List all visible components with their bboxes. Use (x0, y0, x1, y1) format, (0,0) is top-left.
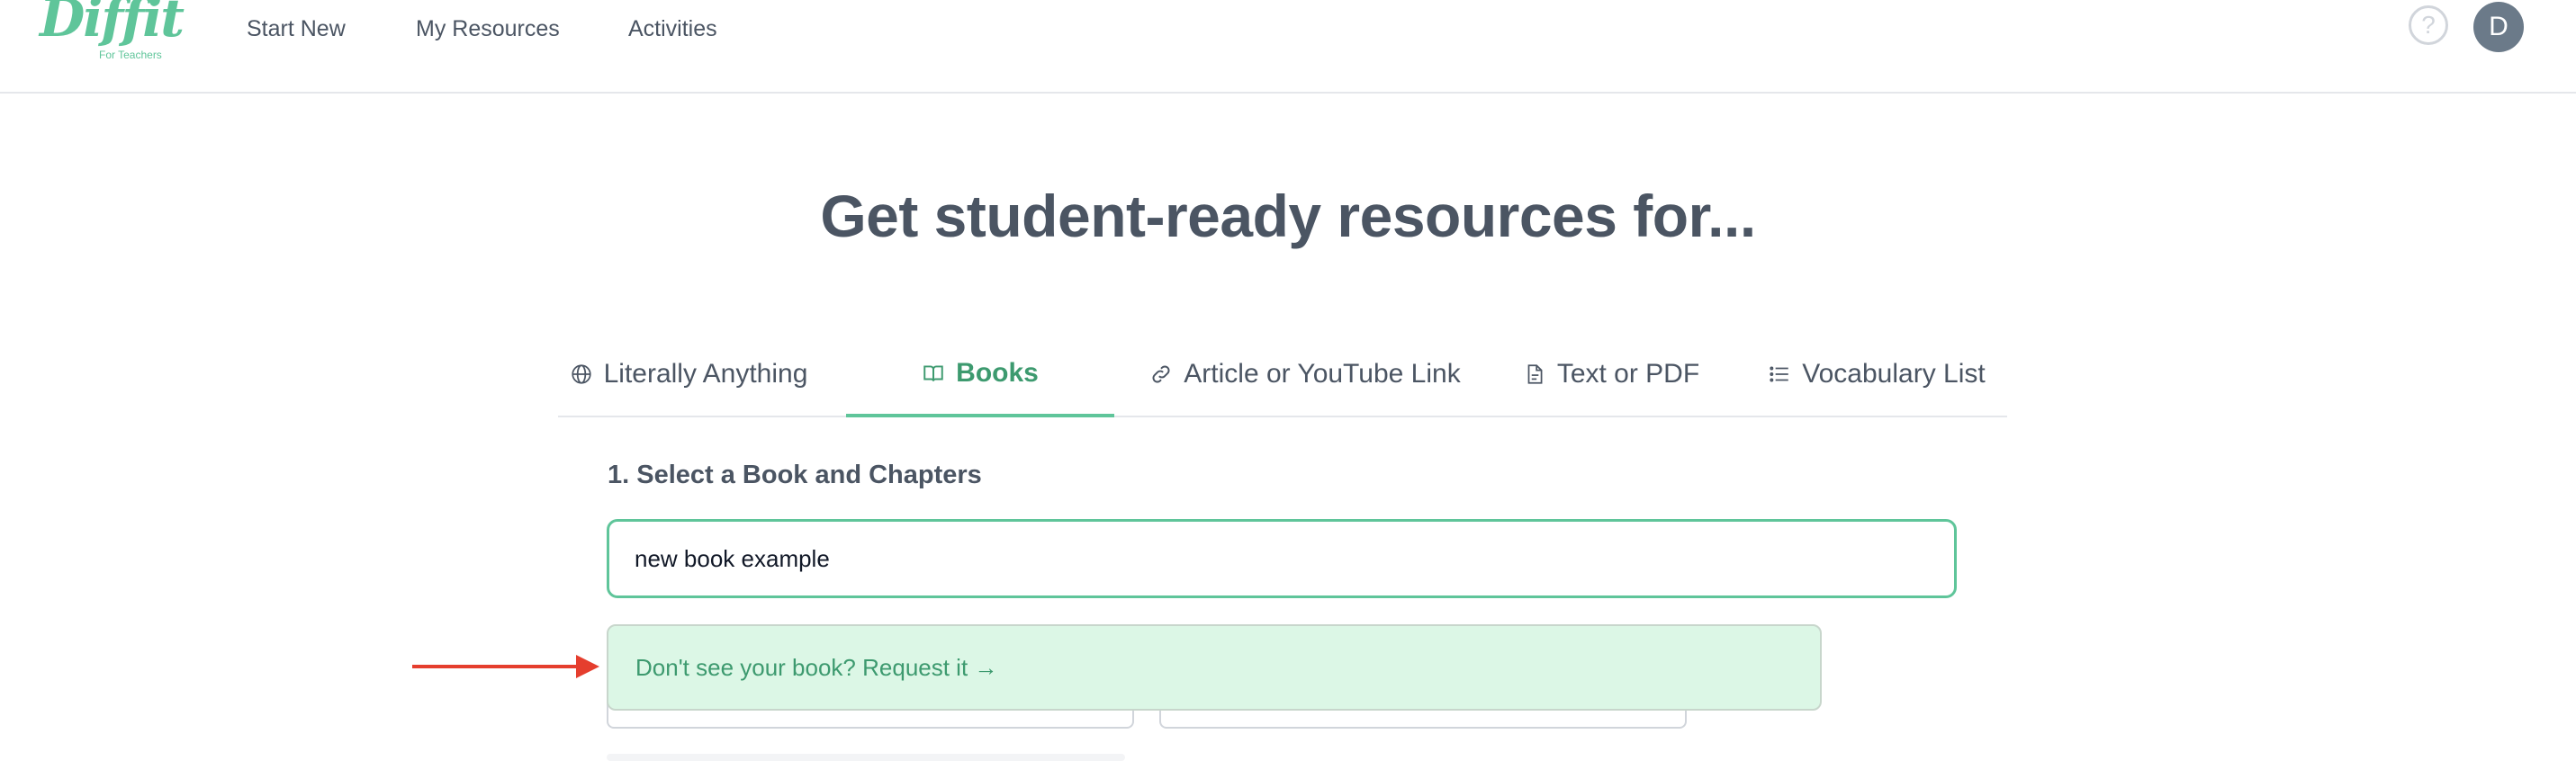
logo-text: Diffit (40, 0, 185, 49)
tab-literally-anything[interactable]: Literally Anything (558, 333, 819, 416)
avatar[interactable]: D (2473, 2, 2524, 52)
link-icon (1152, 365, 1170, 383)
diffit-logo[interactable]: Diffit For Teachers (40, 0, 185, 65)
page-title: Get student-ready resources for... (820, 183, 1756, 249)
tab-vocabulary-list[interactable]: Vocabulary List (1746, 333, 2007, 416)
tab-books[interactable]: Books (846, 333, 1114, 417)
book-search-input[interactable] (607, 519, 1957, 598)
nav-start-new[interactable]: Start New (247, 13, 346, 45)
nav-my-resources[interactable]: My Resources (416, 13, 560, 45)
tab-label: Books (956, 358, 1039, 388)
logo-subtext: For Teachers (99, 49, 162, 61)
globe-icon (571, 364, 591, 384)
tab-article-or-youtube-link[interactable]: Article or YouTube Link (1134, 333, 1476, 416)
book-result-card[interactable] (607, 754, 1125, 761)
source-type-tabs: Literally Anything Books Article or YouT… (558, 333, 2007, 417)
tab-label: Text or PDF (1556, 359, 1700, 389)
nav-activities[interactable]: Activities (628, 13, 717, 45)
tab-label: Article or YouTube Link (1184, 359, 1461, 389)
document-icon (1527, 364, 1543, 384)
request-book-link[interactable]: Don't see your book? Request it → (607, 624, 1822, 711)
book-icon (923, 365, 943, 381)
tab-text-or-pdf[interactable]: Text or PDF (1503, 333, 1719, 416)
help-icon[interactable]: ? (2409, 5, 2448, 45)
section-title: 1. Select a Book and Chapters (608, 461, 982, 489)
tab-label: Vocabulary List (1802, 359, 1986, 389)
tab-label: Literally Anything (603, 359, 808, 389)
top-nav-bar: Diffit For Teachers Start New My Resourc… (0, 0, 2576, 94)
list-icon (1770, 366, 1789, 382)
